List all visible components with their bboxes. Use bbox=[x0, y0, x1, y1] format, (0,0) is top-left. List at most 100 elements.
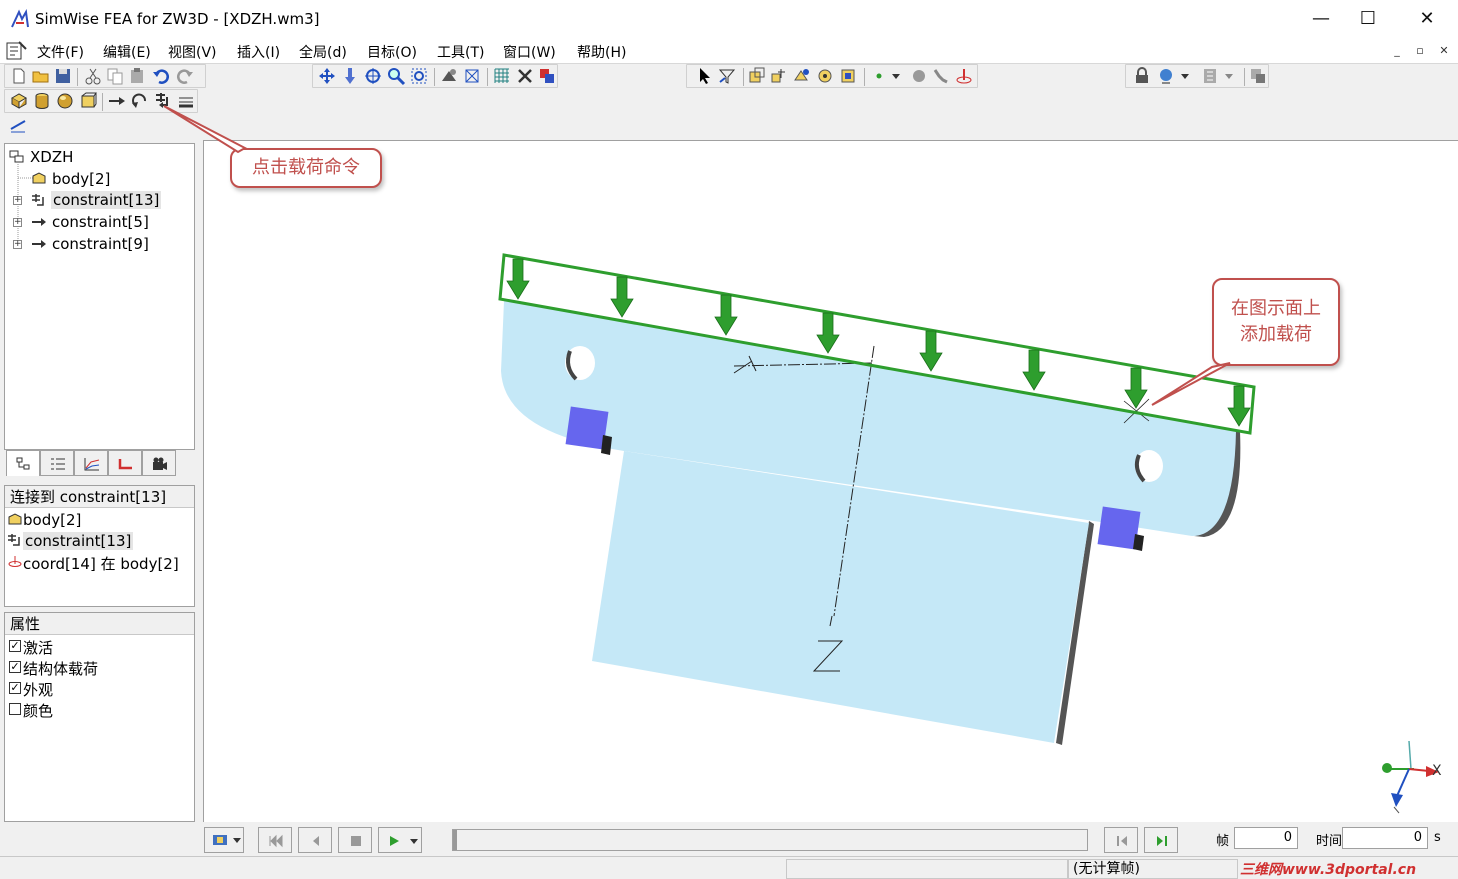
sketch-line-icon[interactable] bbox=[8, 115, 28, 135]
tab-list[interactable] bbox=[40, 450, 74, 476]
time-input[interactable]: 0 bbox=[1342, 827, 1428, 849]
point-dropdown-icon[interactable] bbox=[889, 66, 903, 86]
rewind-button[interactable] bbox=[258, 827, 292, 853]
block-icon[interactable] bbox=[9, 91, 29, 111]
expand-constraint-13[interactable]: + bbox=[13, 196, 22, 205]
grid-icon[interactable] bbox=[492, 66, 512, 86]
constraint-tool-icon[interactable] bbox=[769, 66, 789, 86]
menu-window[interactable]: 窗口(W) bbox=[503, 42, 556, 62]
play-button[interactable] bbox=[378, 827, 422, 853]
render-mode-icon[interactable] bbox=[439, 66, 459, 86]
analysis-dropdown-icon[interactable] bbox=[1178, 66, 1192, 86]
expand-constraint-5[interactable]: + bbox=[13, 218, 22, 227]
maximize-button[interactable]: ☐ bbox=[1345, 0, 1391, 38]
connection-item-body[interactable]: body[2] bbox=[23, 511, 81, 529]
results-dropdown-icon[interactable] bbox=[1222, 66, 1236, 86]
torque-icon[interactable] bbox=[130, 91, 150, 111]
open-folder-icon[interactable] bbox=[31, 66, 51, 86]
select-pointer-icon[interactable] bbox=[695, 66, 715, 86]
menu-file[interactable]: 文件(F) bbox=[37, 42, 84, 62]
expand-constraint-9[interactable]: + bbox=[13, 240, 22, 249]
tree-item-constraint-5[interactable]: constraint[5] bbox=[52, 213, 149, 231]
redo-icon[interactable] bbox=[175, 66, 195, 86]
wireframe-icon[interactable] bbox=[462, 66, 482, 86]
report-icon[interactable] bbox=[1248, 66, 1268, 86]
results-icon[interactable] bbox=[1200, 66, 1220, 86]
sphere-icon[interactable] bbox=[909, 66, 929, 86]
simwise-logo-icon bbox=[11, 9, 29, 28]
lock-analysis-icon[interactable] bbox=[1132, 66, 1152, 86]
left-constraint-block[interactable] bbox=[565, 406, 609, 450]
checkbox-color[interactable] bbox=[9, 703, 21, 715]
tree-item-constraint-9[interactable]: constraint[9] bbox=[52, 235, 149, 253]
step-back-button[interactable] bbox=[298, 827, 332, 853]
next-frame-button[interactable] bbox=[1144, 827, 1178, 853]
mdi-minimize-icon[interactable]: _ bbox=[1388, 42, 1406, 60]
next-frame-icon bbox=[1157, 836, 1167, 846]
checkbox-structural-load[interactable]: ✓ bbox=[9, 661, 21, 673]
menu-tools[interactable]: 工具(T) bbox=[437, 42, 484, 62]
pan-icon[interactable] bbox=[317, 66, 337, 86]
menu-insert[interactable]: 插入(I) bbox=[237, 42, 280, 62]
menu-global[interactable]: 全局(d) bbox=[299, 42, 347, 62]
cut-icon[interactable] bbox=[83, 66, 103, 86]
tools-icon[interactable] bbox=[515, 66, 535, 86]
model-canvas[interactable] bbox=[204, 141, 1458, 823]
ball-icon[interactable] bbox=[55, 91, 75, 111]
mesh-icon[interactable] bbox=[747, 66, 767, 86]
connection-item-constraint[interactable]: constraint[13] bbox=[23, 532, 134, 550]
joint-icon[interactable] bbox=[815, 66, 835, 86]
document-icon[interactable] bbox=[4, 40, 28, 62]
body-tool-icon[interactable] bbox=[838, 66, 858, 86]
paste-icon[interactable] bbox=[127, 66, 147, 86]
save-icon[interactable] bbox=[53, 66, 73, 86]
zoom-fit-icon[interactable] bbox=[409, 66, 429, 86]
select-filter-icon[interactable] bbox=[717, 66, 737, 86]
checkbox-active[interactable]: ✓ bbox=[9, 640, 21, 652]
point-icon[interactable] bbox=[869, 66, 889, 86]
new-file-icon[interactable] bbox=[9, 66, 29, 86]
load-constraint-icon-small bbox=[8, 534, 20, 546]
menu-object[interactable]: 目标(O) bbox=[367, 42, 417, 62]
cylinder-icon[interactable] bbox=[32, 91, 52, 111]
checkbox-appearance[interactable]: ✓ bbox=[9, 682, 21, 694]
undo-icon[interactable] bbox=[151, 66, 171, 86]
move-down-icon[interactable] bbox=[340, 66, 360, 86]
copy-icon[interactable] bbox=[105, 66, 125, 86]
stop-button[interactable] bbox=[338, 827, 372, 853]
frame-input[interactable]: 0 bbox=[1234, 827, 1298, 849]
step-back-icon bbox=[313, 836, 319, 846]
rotate-icon[interactable] bbox=[363, 66, 383, 86]
tab-graph[interactable] bbox=[74, 450, 108, 476]
force-icon[interactable] bbox=[107, 91, 127, 111]
3d-viewport[interactable]: X bbox=[203, 140, 1458, 822]
menu-view[interactable]: 视图(V) bbox=[168, 42, 217, 62]
tree-item-constraint-13[interactable]: constraint[13] bbox=[51, 191, 162, 209]
contact-icon[interactable] bbox=[792, 66, 812, 86]
force-constraint-icon bbox=[32, 218, 46, 226]
coordinate-icon[interactable] bbox=[954, 66, 974, 86]
tree-root[interactable]: XDZH bbox=[30, 148, 73, 166]
mdi-close-icon[interactable]: ✕ bbox=[1435, 42, 1453, 60]
connection-item-coord[interactable]: coord[14] 在 body[2] bbox=[23, 553, 179, 574]
menu-help[interactable]: 帮助(H) bbox=[577, 42, 626, 62]
prev-frame-button[interactable] bbox=[1104, 827, 1138, 853]
minimize-button[interactable]: — bbox=[1298, 0, 1344, 38]
layers-icon[interactable] bbox=[537, 66, 557, 86]
tab-tree[interactable] bbox=[6, 450, 40, 476]
box-icon[interactable] bbox=[78, 91, 98, 111]
zoom-icon[interactable] bbox=[386, 66, 406, 86]
animation-mode-button[interactable] bbox=[204, 827, 244, 853]
timeline-slider[interactable] bbox=[452, 829, 1088, 851]
object-toolbar bbox=[686, 64, 978, 88]
tab-constraint[interactable] bbox=[108, 450, 142, 476]
tab-camera[interactable] bbox=[142, 450, 176, 476]
timeline-thumb[interactable] bbox=[453, 830, 457, 850]
mdi-restore-icon[interactable]: ▫ bbox=[1411, 42, 1429, 60]
spring-icon[interactable] bbox=[931, 66, 951, 86]
tree-item-body[interactable]: body[2] bbox=[52, 170, 110, 188]
close-button[interactable]: ✕ bbox=[1404, 0, 1450, 38]
menu-edit[interactable]: 编辑(E) bbox=[103, 42, 151, 62]
run-analysis-icon[interactable] bbox=[1156, 66, 1176, 86]
connection-panel: 连接到 constraint[13] body[2] constraint[13… bbox=[4, 485, 195, 607]
